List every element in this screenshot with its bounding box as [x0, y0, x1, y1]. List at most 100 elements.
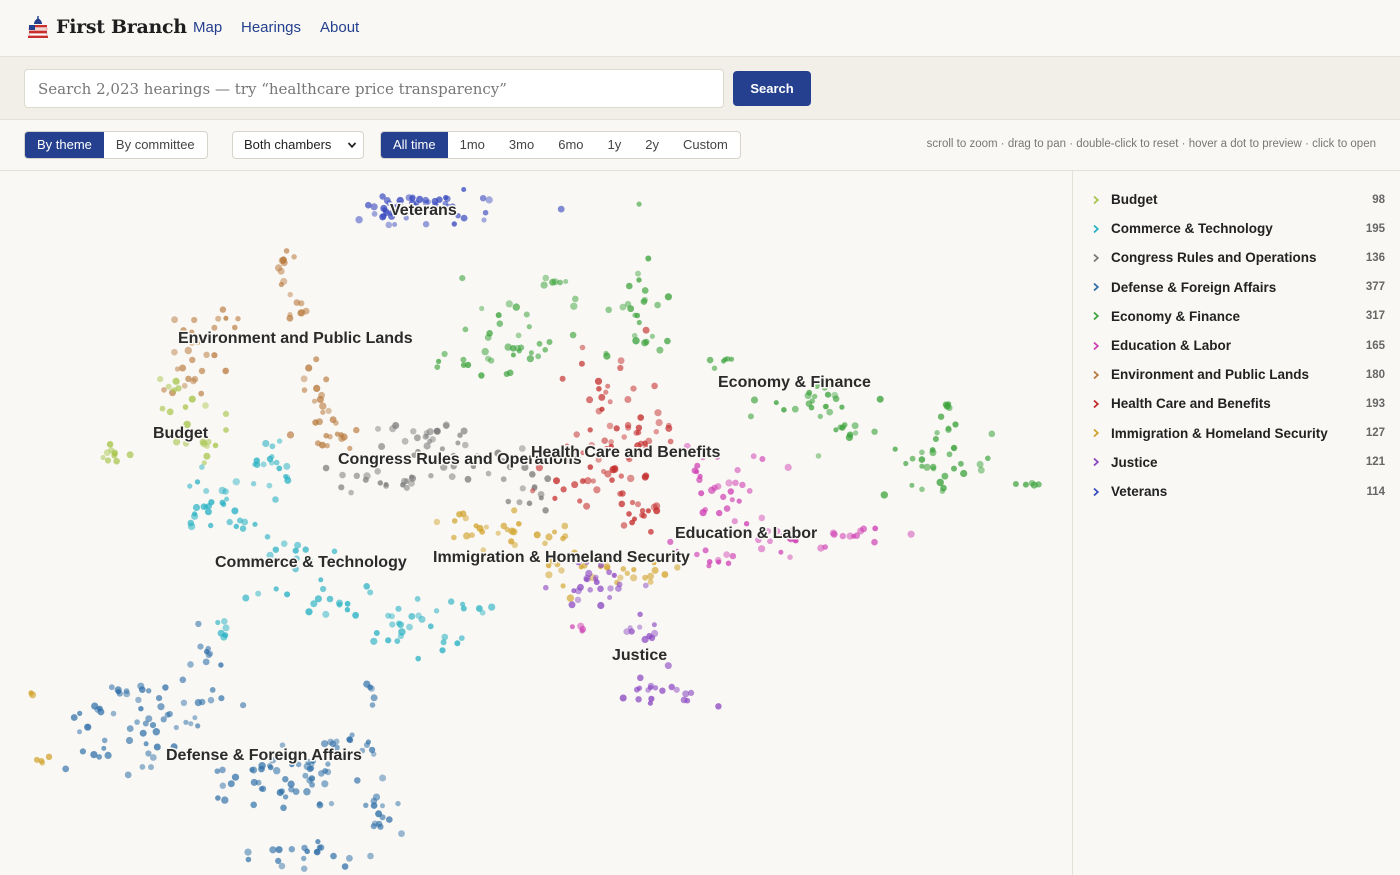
hearing-dot[interactable] — [171, 348, 178, 356]
hearing-dot[interactable] — [626, 282, 633, 290]
hearing-dot[interactable] — [572, 295, 579, 303]
hearing-dot[interactable] — [259, 785, 267, 792]
hearing-dot[interactable] — [409, 474, 415, 480]
hearing-dot[interactable] — [558, 567, 565, 574]
hearing-dot[interactable] — [211, 352, 218, 359]
hearing-dot[interactable] — [642, 582, 649, 589]
hearing-dot[interactable] — [951, 445, 957, 451]
hearing-dot[interactable] — [215, 795, 221, 801]
hearing-dot[interactable] — [220, 501, 227, 508]
hearing-dot[interactable] — [613, 425, 620, 432]
hearing-dot[interactable] — [106, 441, 114, 448]
hearing-dot[interactable] — [664, 337, 671, 345]
search-input[interactable] — [24, 69, 724, 108]
hearing-dot[interactable] — [645, 687, 651, 693]
hearing-dot[interactable] — [627, 474, 635, 483]
hearing-dot[interactable] — [579, 628, 585, 634]
hearing-dot[interactable] — [255, 590, 262, 597]
hearing-dot[interactable] — [341, 863, 349, 870]
hearing-dot[interactable] — [632, 337, 640, 345]
hearing-dot[interactable] — [255, 779, 262, 786]
time-1mo[interactable]: 1mo — [448, 132, 497, 158]
hearing-dot[interactable] — [694, 551, 700, 558]
hearing-dot[interactable] — [526, 324, 532, 330]
hearing-dot[interactable] — [623, 628, 631, 635]
hearing-dot[interactable] — [560, 583, 566, 589]
hearing-dot[interactable] — [654, 409, 662, 417]
hearing-dot[interactable] — [215, 315, 222, 322]
hearing-dot[interactable] — [124, 771, 132, 779]
hearing-dot[interactable] — [746, 488, 753, 494]
hearing-dot[interactable] — [528, 350, 534, 356]
hearing-dot[interactable] — [736, 498, 742, 504]
hearing-dot[interactable] — [585, 569, 593, 578]
hearing-dot[interactable] — [651, 622, 657, 628]
hearing-dot[interactable] — [616, 581, 623, 588]
hearing-dot[interactable] — [505, 498, 512, 505]
hearing-dot[interactable] — [598, 393, 606, 401]
hearing-dot[interactable] — [70, 714, 78, 721]
hearing-dot[interactable] — [280, 256, 287, 263]
hearing-dot[interactable] — [219, 766, 226, 774]
hearing-dot[interactable] — [294, 541, 302, 549]
hearing-dot[interactable] — [434, 364, 441, 370]
hearing-dot[interactable] — [112, 450, 118, 457]
hearing-dot[interactable] — [222, 410, 230, 417]
hearing-dot[interactable] — [460, 601, 466, 607]
hearing-dot[interactable] — [530, 488, 536, 494]
hearing-dot[interactable] — [272, 496, 279, 503]
hearing-dot[interactable] — [607, 585, 614, 592]
hearing-dot[interactable] — [536, 340, 543, 347]
hearing-dot[interactable] — [708, 486, 716, 494]
hearing-dot[interactable] — [475, 605, 483, 612]
hearing-dot[interactable] — [291, 254, 297, 260]
hearing-dot[interactable] — [317, 801, 323, 807]
hearing-dot[interactable] — [208, 522, 214, 529]
hearing-dot[interactable] — [373, 630, 380, 636]
hearing-dot[interactable] — [552, 495, 558, 501]
hearing-dot[interactable] — [415, 655, 422, 662]
hearing-dot[interactable] — [473, 523, 479, 529]
hearing-dot[interactable] — [240, 702, 247, 709]
hearing-dot[interactable] — [383, 482, 389, 487]
hearing-dot[interactable] — [646, 633, 653, 640]
theme-map[interactable]: Veterans Environment and Public Lands Ec… — [0, 171, 1072, 875]
hearing-dot[interactable] — [414, 434, 421, 442]
hearing-dot[interactable] — [540, 281, 548, 289]
hearing-dot[interactable] — [641, 473, 649, 481]
hearing-dot[interactable] — [148, 764, 154, 771]
hearing-dot[interactable] — [636, 201, 642, 207]
hearing-dot[interactable] — [625, 424, 632, 431]
hearing-dot[interactable] — [441, 633, 449, 641]
hearing-dot[interactable] — [84, 723, 91, 730]
hearing-dot[interactable] — [101, 737, 108, 744]
hearing-dot[interactable] — [269, 443, 276, 450]
hearing-dot[interactable] — [398, 628, 406, 636]
hearing-dot[interactable] — [318, 577, 324, 583]
hearing-dot[interactable] — [324, 768, 332, 776]
hearing-dot[interactable] — [715, 703, 722, 710]
hearing-dot[interactable] — [157, 376, 164, 383]
hearing-dot[interactable] — [187, 483, 193, 489]
hearing-dot[interactable] — [478, 372, 485, 379]
hearing-dot[interactable] — [617, 490, 623, 497]
hearing-dot[interactable] — [433, 608, 440, 614]
hearing-dot[interactable] — [279, 788, 285, 795]
hearing-dot[interactable] — [221, 618, 228, 625]
hearing-dot[interactable] — [636, 685, 643, 691]
hearing-dot[interactable] — [188, 395, 196, 403]
hearing-dot[interactable] — [389, 621, 396, 628]
hearing-dot[interactable] — [203, 351, 210, 358]
hearing-dot[interactable] — [632, 312, 638, 318]
hearing-dot[interactable] — [680, 696, 688, 704]
hearing-dot[interactable] — [385, 221, 393, 229]
hearing-dot[interactable] — [566, 594, 575, 602]
hearing-dot[interactable] — [880, 491, 888, 499]
hearing-dot[interactable] — [410, 428, 417, 435]
hearing-dot[interactable] — [137, 682, 145, 690]
hearing-dot[interactable] — [508, 538, 515, 545]
hearing-dot[interactable] — [367, 852, 374, 860]
hearing-dot[interactable] — [482, 209, 489, 216]
hearing-dot[interactable] — [945, 425, 952, 432]
hearing-dot[interactable] — [937, 413, 945, 420]
